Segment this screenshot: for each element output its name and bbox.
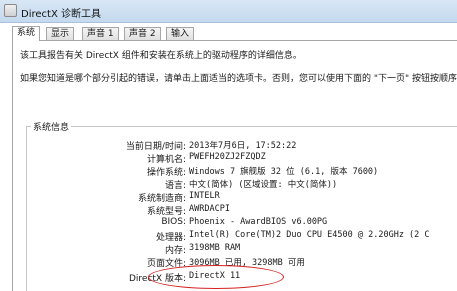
info-value: 中文(简体) (区域设置: 中文(简体))	[189, 180, 338, 190]
tab-sound-2[interactable]: 声音 2	[124, 27, 161, 40]
info-row-os: 操作系统: Windows 7 旗舰版 32 位 (6.1, 版本 7600)	[0, 165, 457, 178]
info-row-manufacturer: 系统制造商: INTELR	[0, 191, 457, 204]
system-info-group-label: 系统信息	[31, 120, 72, 133]
info-row-bios: BIOS: Phoenix - AwardBIOS v6.00PG	[0, 217, 457, 230]
title-bar: DirectX 诊断工具	[0, 0, 457, 23]
info-value: Phoenix - AwardBIOS v6.00PG	[189, 217, 328, 227]
tab-display[interactable]: 显示	[46, 27, 75, 40]
info-row-language: 语言: 中文(简体) (区域设置: 中文(简体))	[0, 178, 457, 191]
info-value: Windows 7 旗舰版 32 位 (6.1, 版本 7600)	[189, 167, 379, 177]
info-row-memory: 内存: 3198MB RAM	[0, 243, 457, 256]
info-key: 内存:	[164, 246, 186, 256]
info-row-processor: 处理器: Intel(R) Core(TM)2 Duo CPU E4500 @ …	[0, 230, 457, 243]
info-value: INTELR	[189, 191, 220, 201]
tab-strip: 系统 显示 声音 1 声音 2 输入	[12, 26, 452, 41]
intro-line-2: 如果您知道是哪个部分引起的错误，请单击上面适当的选项卡。否则，您可以使用下面的 …	[20, 74, 457, 84]
info-value: PWEFH20ZJ2FZQDZ	[189, 152, 266, 162]
info-key: BIOS:	[161, 217, 186, 227]
info-row-computer-name: 计算机名: PWEFH20ZJ2FZQDZ	[0, 152, 457, 165]
intro-line-1: 该工具报告有关 DirectX 组件和安装在系统上的驱动程序的详细信息。	[20, 51, 302, 61]
info-value: 3198MB RAM	[189, 243, 241, 253]
directx-app-icon	[4, 4, 17, 17]
highlight-ellipse	[148, 265, 284, 289]
info-value: 2013年7月6日, 17:52:22	[189, 141, 297, 151]
info-row-model: 系统型号: AWRDACPI	[0, 204, 457, 217]
info-row-datetime: 当前日期/时间: 2013年7月6日, 17:52:22	[0, 139, 457, 152]
tab-sound-1[interactable]: 声音 1	[82, 27, 119, 40]
info-value: AWRDACPI	[189, 204, 230, 214]
info-key: 语言:	[164, 181, 186, 191]
window-title: DirectX 诊断工具	[21, 9, 101, 20]
info-key: 系统型号:	[146, 207, 186, 217]
info-key: 操作系统:	[146, 168, 186, 178]
info-key: 计算机名:	[146, 155, 186, 165]
info-key: 系统制造商:	[137, 194, 186, 204]
info-key: 当前日期/时间:	[125, 142, 186, 152]
tab-input[interactable]: 输入	[166, 27, 195, 40]
info-key: 处理器:	[155, 233, 186, 243]
tab-system[interactable]: 系统	[12, 26, 41, 41]
info-value: Intel(R) Core(TM)2 Duo CPU E4500 @ 2.20G…	[189, 230, 430, 240]
